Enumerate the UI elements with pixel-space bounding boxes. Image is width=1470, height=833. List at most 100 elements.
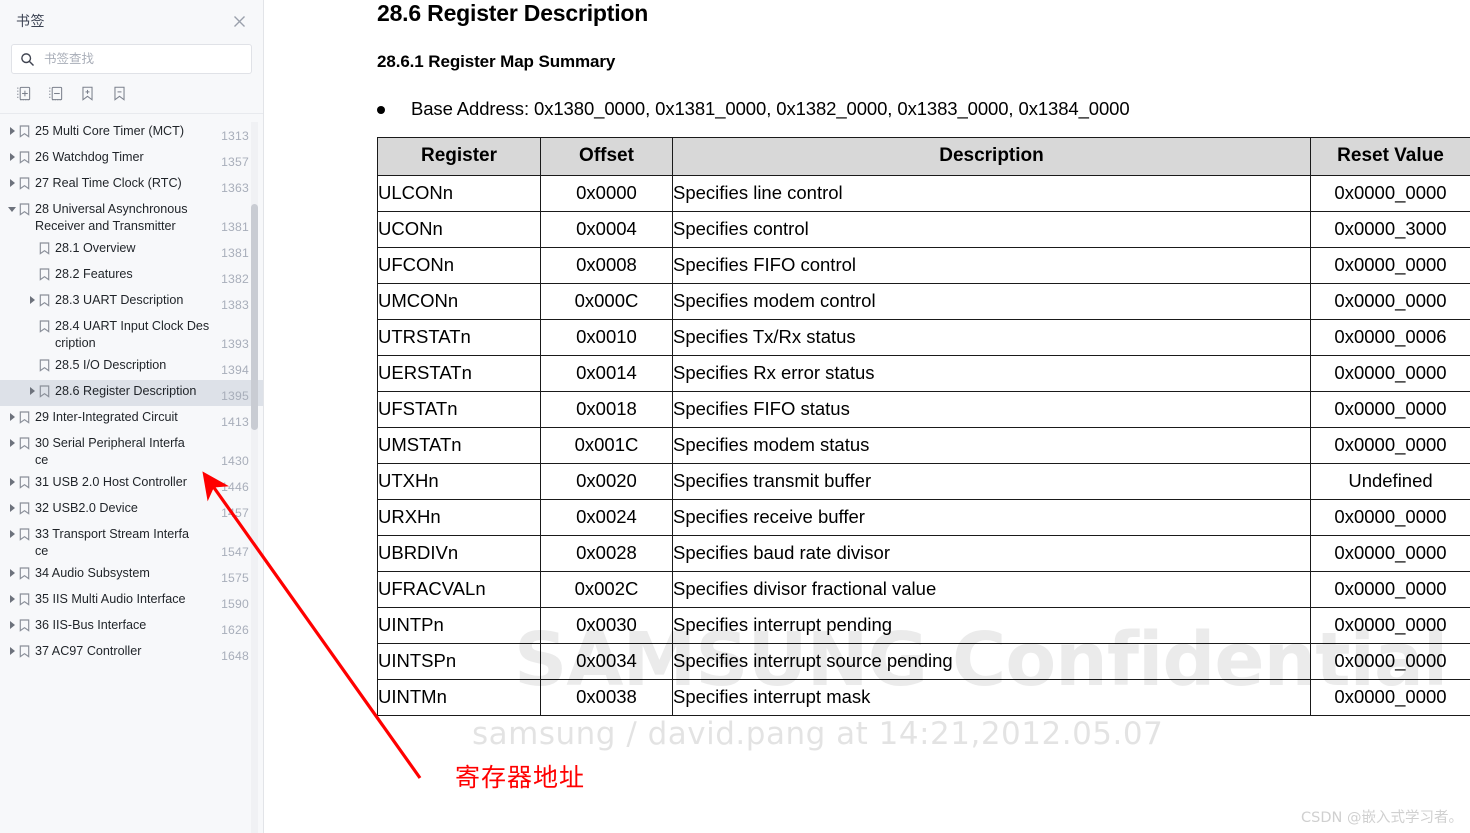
- bookmark-item[interactable]: 28.3 UART Description 1383: [0, 289, 263, 315]
- cell-description: Specifies line control: [672, 175, 1311, 212]
- bookmark-item[interactable]: 28.5 I/O Description 1394: [0, 354, 263, 380]
- cell-reset-value: 0x0000_0000: [1310, 427, 1470, 464]
- bullet-dot-icon: [377, 106, 385, 114]
- bookmark-item[interactable]: 34 Audio Subsystem 1575: [0, 562, 263, 588]
- bookmark-item[interactable]: 28.2 Features 1382: [0, 263, 263, 289]
- cell-description: Specifies divisor fractional value: [672, 571, 1311, 608]
- bookmark-item[interactable]: 26 Watchdog Timer 1357: [0, 146, 263, 172]
- chevron-right-icon[interactable]: [6, 435, 18, 447]
- cell-reset-value: 0x0000_0000: [1310, 499, 1470, 536]
- bookmark-icon: [18, 435, 31, 450]
- cell-description: Specifies Rx error status: [672, 355, 1311, 392]
- cell-offset: 0x0008: [540, 247, 673, 284]
- bookmark-item-label: 32 USB2.0 Device: [35, 501, 138, 515]
- cell-register: UBRDIVn: [377, 535, 541, 572]
- twisty-spacer: [26, 318, 38, 322]
- column-header-reset-value: Reset Value: [1310, 137, 1470, 176]
- annotation-label: 寄存器地址: [455, 763, 586, 792]
- bookmark-item-label: 27 Real Time Clock (RTC): [35, 176, 182, 190]
- cell-offset: 0x0010: [540, 319, 673, 356]
- collapse-all-icon[interactable]: [46, 84, 65, 103]
- chevron-down-icon[interactable]: [6, 201, 18, 212]
- cell-offset: 0x001C: [540, 427, 673, 464]
- cell-reset-value: 0x0000_0000: [1310, 355, 1470, 392]
- bookmark-item[interactable]: 31 USB 2.0 Host Controller 1446: [0, 471, 263, 497]
- chevron-right-icon[interactable]: [6, 409, 18, 421]
- chevron-right-icon[interactable]: [6, 643, 18, 655]
- user-stamp-watermark: samsung / david.pang at 14:21,2012.05.07: [472, 716, 1164, 752]
- chevron-right-icon[interactable]: [26, 292, 38, 304]
- bookmark-item-label: 31 USB 2.0 Host Controller: [35, 475, 187, 489]
- cell-offset: 0x0014: [540, 355, 673, 392]
- chevron-right-icon[interactable]: [26, 383, 38, 395]
- cell-reset-value: 0x0000_0000: [1310, 607, 1470, 644]
- search-input[interactable]: [44, 52, 234, 66]
- chevron-right-icon[interactable]: [6, 526, 18, 538]
- table-header-row: Register Offset Description Reset Value: [377, 137, 1470, 176]
- remove-bookmark-icon[interactable]: [110, 84, 129, 103]
- cell-register: ULCONn: [377, 175, 541, 212]
- bookmarks-sidebar: 书签 书签查找 25 Multi Core Timer (MCT) 1313 2…: [0, 0, 264, 833]
- cell-offset: 0x0004: [540, 211, 673, 248]
- chevron-right-icon[interactable]: [6, 123, 18, 135]
- bookmark-item[interactable]: 29 Inter-Integrated Circuit 1413: [0, 406, 263, 432]
- bookmark-icon: [38, 292, 51, 307]
- chevron-right-icon[interactable]: [6, 565, 18, 577]
- table-row: UFRACVALn 0x002C Specifies divisor fractio…: [377, 571, 1470, 608]
- cell-description: Specifies modem control: [672, 283, 1311, 320]
- bookmark-item[interactable]: 27 Real Time Clock (RTC) 1363: [0, 172, 263, 198]
- cell-description: Specifies Tx/Rx status: [672, 319, 1311, 356]
- bookmark-page-number: 1575: [221, 571, 249, 585]
- cell-description: Specifies FIFO control: [672, 247, 1311, 284]
- column-header-offset: Offset: [540, 137, 673, 176]
- bookmark-item[interactable]: 30 Serial Peripheral Interface 1430: [0, 432, 263, 471]
- bookmark-tree[interactable]: 25 Multi Core Timer (MCT) 1313 26 Watchdog…: [0, 114, 263, 833]
- bookmark-icon: [38, 240, 51, 255]
- close-icon[interactable]: [229, 11, 249, 31]
- cell-register: UINTSPn: [377, 643, 541, 680]
- cell-description: Specifies control: [672, 211, 1311, 248]
- chevron-right-icon[interactable]: [6, 175, 18, 187]
- bookmark-item-label: 28.2 Features: [55, 267, 133, 281]
- chevron-right-icon[interactable]: [6, 617, 18, 629]
- bookmark-item[interactable]: 33 Transport Stream Interface 1547: [0, 523, 263, 562]
- bookmark-item[interactable]: 36 IIS-Bus Interface 1626: [0, 614, 263, 640]
- expand-all-icon[interactable]: [14, 84, 33, 103]
- bookmark-item[interactable]: 25 Multi Core Timer (MCT) 1313: [0, 120, 263, 146]
- cell-register: UFRACVALn: [377, 571, 541, 608]
- add-bookmark-icon[interactable]: [78, 84, 97, 103]
- bookmark-icon: [38, 266, 51, 281]
- table-row: UMCONn 0x000C Specifies modem control 0x000…: [377, 283, 1470, 320]
- bookmark-item[interactable]: 35 IIS Multi Audio Interface 1590: [0, 588, 263, 614]
- chevron-right-icon[interactable]: [6, 591, 18, 603]
- search-icon: [20, 52, 37, 67]
- chevron-right-icon[interactable]: [6, 500, 18, 512]
- twisty-spacer: [26, 357, 38, 361]
- bookmark-item[interactable]: 37 AC97 Controller 1648: [0, 640, 263, 666]
- bookmark-item-label: 37 AC97 Controller: [35, 644, 142, 658]
- bookmark-search-box[interactable]: [11, 44, 252, 74]
- cell-register: URXHn: [377, 499, 541, 536]
- chevron-right-icon[interactable]: [6, 149, 18, 161]
- bookmark-item[interactable]: 28 Universal Asynchronous Receiver and T…: [0, 198, 263, 237]
- bookmark-icon: [18, 591, 31, 606]
- bookmark-item-label: 29 Inter-Integrated Circuit: [35, 410, 178, 424]
- bookmark-icon: [18, 201, 31, 216]
- cell-offset: 0x002C: [540, 571, 673, 608]
- bookmark-item[interactable]: 28.6 Register Description 1395: [0, 380, 263, 406]
- bookmark-page-number: 1393: [221, 337, 249, 351]
- chevron-right-icon[interactable]: [6, 474, 18, 486]
- register-map-body: ULCONn 0x0000 Specifies line control 0x0000…: [377, 175, 1470, 716]
- cell-register: UTRSTATn: [377, 319, 541, 356]
- table-row: UMSTATn 0x001C Specifies modem status 0x000…: [377, 427, 1470, 464]
- bookmark-item-label: 28.1 Overview: [55, 241, 136, 255]
- section-heading: 28.6 Register Description: [377, 0, 649, 26]
- sidebar-scrollbar-thumb[interactable]: [251, 204, 258, 430]
- bookmark-page-number: 1446: [221, 480, 249, 494]
- bookmark-item[interactable]: 28.1 Overview 1381: [0, 237, 263, 263]
- bookmark-item-label: 36 IIS-Bus Interface: [35, 618, 147, 632]
- bookmark-item-label: 28.4 UART Input Clock Description: [55, 319, 210, 350]
- cell-reset-value: 0x0000_0000: [1310, 571, 1470, 608]
- bookmark-item[interactable]: 28.4 UART Input Clock Description 1393: [0, 315, 263, 354]
- bookmark-item[interactable]: 32 USB2.0 Device 1457: [0, 497, 263, 523]
